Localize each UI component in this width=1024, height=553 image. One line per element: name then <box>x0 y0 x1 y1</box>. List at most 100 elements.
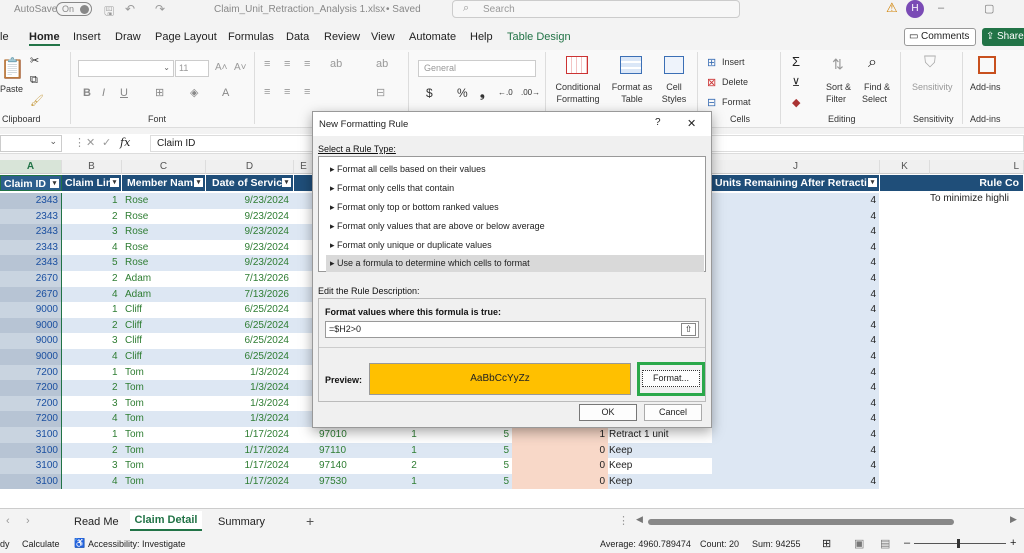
cell-procedure-code[interactable]: 97140 <box>316 458 376 474</box>
cell-member-name[interactable]: Tom <box>125 427 205 443</box>
cell-claim-id[interactable]: 9000 <box>0 349 62 365</box>
merge-icon[interactable]: ⊟ <box>376 86 385 99</box>
cell-units-remaining[interactable]: 4 <box>712 239 880 256</box>
cell-claim-line[interactable]: 3 <box>62 458 122 474</box>
filter-dropdown-icon[interactable]: ▾ <box>282 178 291 187</box>
tab-help[interactable]: Help <box>470 31 493 43</box>
filter-dropdown-icon[interactable]: ▾ <box>194 178 203 187</box>
borders-icon[interactable]: ⊞ <box>155 86 164 99</box>
tab-review[interactable]: Review <box>324 31 360 43</box>
name-box[interactable]: ⌄ <box>0 135 62 152</box>
cell-claim-line[interactable]: 1 <box>62 193 122 209</box>
cell-claim-id[interactable]: 2343 <box>0 193 62 209</box>
restore-icon[interactable]: ▢ <box>984 2 994 15</box>
header-column-e[interactable] <box>294 175 314 191</box>
cell-member-name[interactable]: Rose <box>125 193 205 209</box>
cell-claim-line[interactable]: 2 <box>62 271 122 287</box>
tab-draw[interactable]: Draw <box>115 31 141 43</box>
cell-date-of-service[interactable]: 1/3/2024 <box>206 365 292 381</box>
cell-claim-id[interactable]: 7200 <box>0 395 62 412</box>
font-size-dropdown[interactable]: 11 <box>175 60 209 77</box>
cell-max-units[interactable]: 5 <box>480 458 512 474</box>
column-header-k[interactable]: K <box>880 160 930 174</box>
align-top-icon[interactable]: ≡ <box>264 58 270 70</box>
cell-action[interactable]: Keep <box>606 474 712 490</box>
cell-member-name[interactable]: Adam <box>125 271 205 287</box>
save-icon[interactable]: 🖫 <box>104 2 114 23</box>
cell-date-of-service[interactable]: 9/23/2024 <box>206 240 292 256</box>
cell-claim-line[interactable]: 4 <box>62 411 122 427</box>
align-left-icon[interactable]: ≡ <box>264 86 270 98</box>
delete-cells-icon[interactable]: ⊠ <box>707 76 716 89</box>
cell-date-of-service[interactable]: 6/25/2024 <box>206 349 292 365</box>
prev-sheet-icon[interactable]: ‹ <box>6 515 10 527</box>
accessibility-status[interactable]: Accessibility: Investigate <box>88 539 186 549</box>
cell-member-name[interactable]: Rose <box>125 240 205 256</box>
cell-units-billed[interactable]: 2 <box>396 458 432 474</box>
format-as-label[interactable]: Format as <box>609 82 655 93</box>
header-claim-line[interactable]: Claim Lin ▾ <box>62 175 122 191</box>
scroll-left-icon[interactable]: ◀ <box>636 514 643 525</box>
function-icon[interactable]: fx <box>120 136 130 149</box>
cell-date-of-service[interactable]: 9/23/2024 <box>206 224 292 240</box>
cell-procedure-code[interactable]: 97010 <box>316 427 376 443</box>
cell-units-remaining[interactable]: 4 <box>712 255 880 271</box>
cell-claim-id[interactable]: 7200 <box>0 364 62 381</box>
zoom-in-icon[interactable]: + <box>1010 537 1016 549</box>
cell-units-remaining[interactable]: 4 <box>712 317 880 334</box>
format-cells-icon[interactable]: ⊟ <box>707 96 716 109</box>
column-header-a[interactable]: A <box>0 160 62 174</box>
add-ins-icon[interactable] <box>978 56 996 74</box>
cell-member-name[interactable]: Tom <box>125 474 205 490</box>
decrease-decimal-icon[interactable]: .00→ <box>521 88 540 97</box>
cell-date-of-service[interactable]: 7/13/2026 <box>206 287 292 303</box>
scroll-right-icon[interactable]: ▶ <box>1010 514 1017 525</box>
cell-max-units[interactable]: 5 <box>480 474 512 490</box>
conditional-formatting-icon[interactable] <box>566 56 588 74</box>
autosum-icon[interactable]: Σ <box>792 54 800 69</box>
formula-input[interactable]: =$H2>0 <box>325 321 699 338</box>
cell-units-remaining[interactable]: 4 <box>712 427 880 443</box>
cell-units-to-retract[interactable]: 0 <box>512 442 608 459</box>
cell-units-remaining[interactable]: 4 <box>712 302 880 318</box>
cell-claim-line[interactable]: 5 <box>62 255 122 271</box>
cell-date-of-service[interactable]: 1/3/2024 <box>206 411 292 427</box>
cell-claim-line[interactable]: 2 <box>62 318 122 334</box>
comments-button[interactable]: ▭ Comments <box>904 28 976 46</box>
cell-action[interactable]: Retract 1 unit <box>606 427 712 443</box>
cell-claim-id[interactable]: 7200 <box>0 411 62 427</box>
cell-date-of-service[interactable]: 6/25/2024 <box>206 333 292 349</box>
italic-icon[interactable]: I <box>102 87 105 99</box>
delete-label[interactable]: Delete <box>722 77 748 88</box>
currency-icon[interactable]: $ <box>426 86 433 100</box>
cell-date-of-service[interactable]: 1/17/2024 <box>206 443 292 459</box>
fill-icon[interactable]: ⊻ <box>792 76 800 89</box>
tab-insert[interactable]: Insert <box>73 31 101 43</box>
close-button[interactable]: ✕ <box>687 117 696 130</box>
autosave-toggle[interactable]: On <box>56 2 92 16</box>
cell-claim-id[interactable]: 9000 <box>0 333 62 349</box>
cell-claim-id[interactable]: 3100 <box>0 458 62 474</box>
grow-font-icon[interactable]: A˄ <box>215 62 228 73</box>
fill-color-icon[interactable]: ◈ <box>190 86 198 99</box>
cell-units-billed[interactable]: 1 <box>396 474 432 490</box>
orientation-icon[interactable]: ab <box>330 58 342 70</box>
filter-dropdown-icon[interactable]: ▾ <box>868 178 877 187</box>
cell-date-of-service[interactable]: 9/23/2024 <box>206 193 292 209</box>
zoom-out-icon[interactable]: – <box>904 537 910 549</box>
enter-icon[interactable]: ✓ <box>102 136 111 149</box>
ok-button[interactable]: OK <box>579 404 637 421</box>
more-icon[interactable]: ⋮ <box>618 514 629 527</box>
cell-claim-line[interactable]: 4 <box>62 287 122 303</box>
cell-units-remaining[interactable]: 4 <box>712 395 880 412</box>
accessibility-icon[interactable]: ♿ <box>74 538 85 549</box>
cell-units-remaining[interactable]: 4 <box>712 193 880 209</box>
align-bottom-icon[interactable]: ≡ <box>304 58 310 70</box>
align-right-icon[interactable]: ≡ <box>304 86 310 98</box>
cell-date-of-service[interactable]: 1/17/2024 <box>206 427 292 443</box>
cell-claim-id[interactable]: 3100 <box>0 442 62 459</box>
cell-member-name[interactable]: Cliff <box>125 318 205 334</box>
cell-action[interactable]: Keep <box>606 443 712 459</box>
cell-units-remaining[interactable]: 4 <box>712 333 880 349</box>
cell-claim-id[interactable]: 3100 <box>0 473 62 490</box>
